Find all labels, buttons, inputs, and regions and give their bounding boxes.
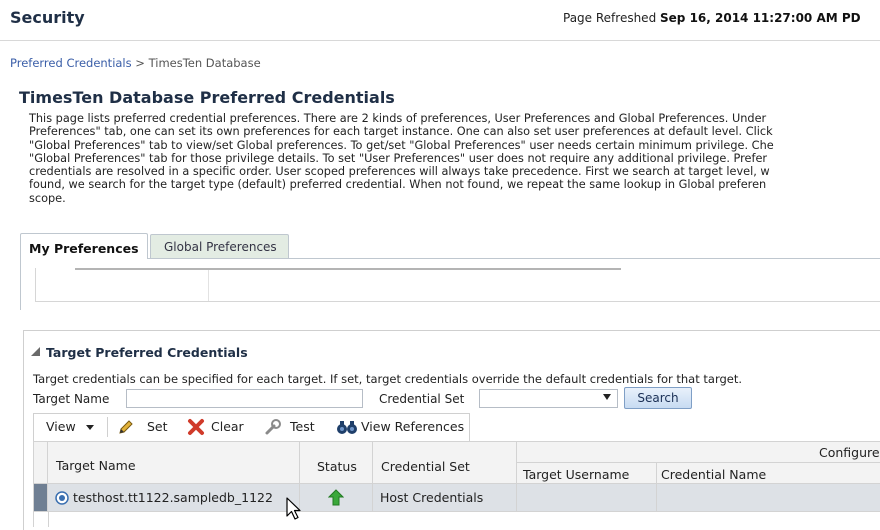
panel-description: Target credentials can be specified for … bbox=[33, 372, 743, 386]
view-menu[interactable]: View bbox=[46, 419, 76, 434]
column-header-label: Status bbox=[317, 459, 357, 474]
column-group-configured: Configured bbox=[517, 441, 880, 463]
breadcrumb-current: TimesTen Database bbox=[148, 56, 261, 70]
description-line: found, we search for the target type (de… bbox=[29, 178, 767, 192]
page-description: This page lists preferred credential pre… bbox=[29, 112, 880, 205]
cell-target-name[interactable]: testhost.tt1122.sampledb_1122 bbox=[48, 484, 300, 512]
row-selector-header bbox=[33, 441, 48, 484]
description-line: This page lists preferred credential pre… bbox=[29, 112, 767, 125]
refresh-label: Page Refreshed bbox=[563, 11, 657, 25]
dropdown-arrow-icon[interactable] bbox=[603, 394, 611, 400]
tab-global-preferences[interactable]: Global Preferences bbox=[150, 234, 289, 258]
breadcrumb: Preferred Credentials > TimesTen Databas… bbox=[10, 56, 261, 70]
binoculars-icon[interactable] bbox=[336, 419, 358, 435]
status-up-arrow-icon bbox=[328, 489, 344, 506]
default-credentials-table-stub bbox=[35, 268, 880, 302]
column-header-label: Credential Set bbox=[381, 459, 470, 474]
credential-set-label: Credential Set bbox=[379, 392, 465, 406]
radio-selected-icon[interactable] bbox=[55, 491, 69, 505]
description-line: scope. bbox=[29, 191, 66, 205]
column-header-label: Credential Name bbox=[661, 467, 767, 482]
description-line: Preferences" tab, one can set its own pr… bbox=[29, 125, 773, 139]
page-header-title: Security bbox=[10, 8, 85, 27]
test-wrench-icon[interactable] bbox=[263, 418, 283, 436]
column-header-credential-set[interactable]: Credential Set bbox=[373, 441, 517, 484]
cell-status bbox=[300, 484, 373, 512]
target-name-label: Target Name bbox=[33, 392, 110, 406]
view-menu-arrow-icon[interactable] bbox=[86, 425, 94, 430]
description-line: credentials are resolved in a specific o… bbox=[29, 165, 770, 179]
cell-credential-set: Host Credentials bbox=[373, 484, 517, 512]
tab-my-preferences[interactable]: My Preferences bbox=[20, 233, 148, 259]
collapse-triangle-icon[interactable] bbox=[31, 347, 40, 356]
cell-credential-name bbox=[657, 484, 880, 512]
page-refreshed-status: Page Refreshed Sep 16, 2014 11:27:00 AM … bbox=[563, 11, 861, 25]
cell-target-username bbox=[517, 484, 657, 512]
column-header-status[interactable]: Status bbox=[300, 441, 373, 484]
page-title: TimesTen Database Preferred Credentials bbox=[19, 88, 395, 107]
description-line: "Global Preferences" tab for those privi… bbox=[29, 151, 768, 165]
column-header-label: Target Username bbox=[523, 467, 630, 482]
target-name-input[interactable] bbox=[126, 389, 363, 408]
breadcrumb-separator: > bbox=[135, 56, 145, 70]
description-line: "Global Preferences" tab to view/set Glo… bbox=[29, 138, 774, 152]
table-scroll-bar[interactable] bbox=[75, 268, 621, 270]
column-header-credential-name[interactable]: Credential Name bbox=[657, 463, 880, 484]
search-button[interactable]: Search bbox=[624, 387, 692, 409]
target-name-value: testhost.tt1122.sampledb_1122 bbox=[73, 490, 273, 505]
view-references-button[interactable]: View References bbox=[361, 419, 464, 434]
credential-set-select[interactable] bbox=[479, 389, 618, 408]
breadcrumb-link-preferred-credentials[interactable]: Preferred Credentials bbox=[10, 56, 132, 70]
header-divider bbox=[0, 40, 880, 41]
table-row[interactable]: testhost.tt1122.sampledb_1122 Host Crede… bbox=[33, 484, 880, 512]
clear-button[interactable]: Clear bbox=[211, 419, 244, 434]
column-group-label: Configured bbox=[819, 445, 880, 460]
clear-x-icon[interactable] bbox=[187, 418, 205, 436]
toolbar-separator bbox=[107, 417, 108, 437]
mouse-pointer-icon bbox=[286, 497, 301, 520]
column-header-target-name[interactable]: Target Name bbox=[48, 441, 300, 484]
refresh-timestamp: Sep 16, 2014 11:27:00 AM PD bbox=[660, 11, 861, 25]
column-header-target-username[interactable]: Target Username bbox=[517, 463, 657, 484]
credential-set-value: Host Credentials bbox=[380, 490, 484, 505]
set-button[interactable]: Set bbox=[147, 419, 168, 434]
pencil-icon[interactable] bbox=[117, 418, 135, 436]
row-selector[interactable] bbox=[33, 484, 48, 512]
table-column-divider bbox=[208, 270, 209, 301]
panel-title: Target Preferred Credentials bbox=[46, 345, 248, 360]
table-row-selector-column bbox=[48, 512, 49, 527]
column-header-label: Target Name bbox=[56, 458, 136, 473]
test-button[interactable]: Test bbox=[290, 419, 315, 434]
table-empty-area bbox=[33, 512, 880, 527]
